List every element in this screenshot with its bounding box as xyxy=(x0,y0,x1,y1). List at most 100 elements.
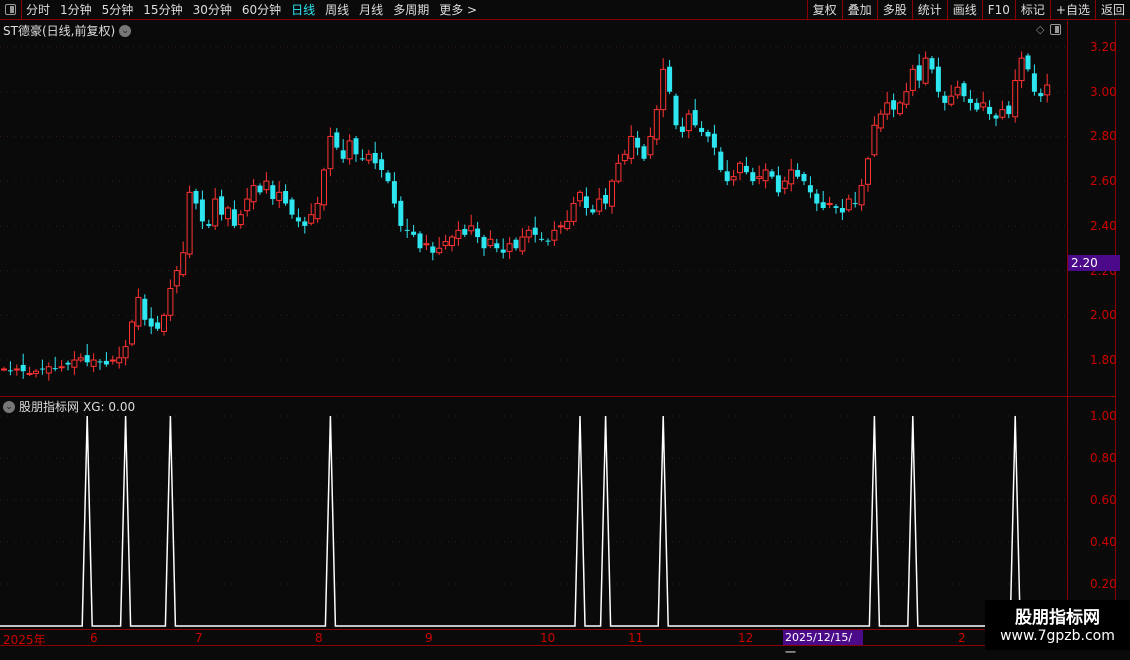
candle-body xyxy=(1044,84,1051,96)
cursor-date: 2025/12/15/一 xyxy=(783,630,863,659)
x-tick-label: 12 xyxy=(738,631,754,645)
candle-body xyxy=(129,321,135,345)
candle-body xyxy=(730,176,737,181)
candle-body xyxy=(334,132,340,148)
candle-body xyxy=(685,113,692,132)
candle-body xyxy=(961,83,967,97)
candle-body xyxy=(122,346,129,359)
pane-divider xyxy=(0,629,1115,630)
candle-body xyxy=(481,237,487,249)
candle-body xyxy=(237,214,244,226)
candle-body xyxy=(58,366,65,369)
candle-body xyxy=(1012,80,1019,118)
candle-body xyxy=(193,190,199,204)
candle-body xyxy=(26,372,33,375)
candle-body xyxy=(635,137,641,148)
candle-body xyxy=(826,203,833,206)
axis-divider xyxy=(1067,21,1068,646)
candle-body xyxy=(603,195,609,204)
candle-body xyxy=(724,171,730,182)
candle-body xyxy=(289,199,295,215)
x-tick-label: 7 xyxy=(195,631,203,645)
candle-body xyxy=(999,109,1006,118)
candle-body xyxy=(795,169,801,177)
candle-body xyxy=(845,198,852,211)
candle-body xyxy=(398,200,404,226)
indicator-readout: XG: 0.00 xyxy=(83,399,136,414)
candle-body xyxy=(135,296,142,327)
candle-body xyxy=(455,229,462,239)
current-price-tag: 2.20 xyxy=(1068,255,1120,271)
candle-body xyxy=(500,249,506,253)
candle-body xyxy=(250,185,257,203)
candle-body xyxy=(609,180,615,207)
candle-body xyxy=(13,368,20,371)
candle-body xyxy=(404,229,410,231)
candle-body xyxy=(430,246,436,253)
candle-body xyxy=(148,318,154,327)
candle-body xyxy=(539,238,545,240)
toolbar-button[interactable]: 返回 xyxy=(1094,0,1130,20)
candle-body xyxy=(711,133,717,148)
pane-divider xyxy=(0,645,1115,646)
candle-body xyxy=(327,135,334,170)
indicator-y-tick-label: 0.60 xyxy=(1090,493,1117,507)
candle-body xyxy=(564,220,571,230)
candle-body xyxy=(929,58,935,70)
candle-body xyxy=(519,236,526,252)
candle-body xyxy=(1038,93,1044,97)
candle-body xyxy=(1,368,7,371)
candle-body xyxy=(967,98,973,103)
candle-body xyxy=(557,225,564,228)
y-tick-label: 1.80 xyxy=(1090,353,1117,368)
y-tick-label: 2.60 xyxy=(1090,174,1117,189)
candle-body xyxy=(647,135,654,156)
candle-body xyxy=(513,239,519,249)
candle-body xyxy=(583,196,589,208)
candle-body xyxy=(750,172,756,182)
candle-body xyxy=(270,185,276,200)
candle-body xyxy=(820,202,826,208)
candle-body xyxy=(980,102,987,108)
candle-body xyxy=(372,152,378,164)
x-tick-label: 11 xyxy=(628,631,644,645)
candle-body xyxy=(545,240,551,242)
candle-body xyxy=(532,227,538,235)
candle-body xyxy=(244,198,251,212)
candle-body xyxy=(903,91,910,105)
candle-body xyxy=(852,203,858,205)
chevron-down-icon[interactable]: ⌄ xyxy=(3,400,15,413)
candle-body xyxy=(807,185,813,193)
watermark-url: www.7gpzb.com xyxy=(1000,628,1115,644)
candle-body xyxy=(199,199,205,222)
candle-body xyxy=(283,190,289,204)
candle-body xyxy=(653,109,660,140)
candle-body xyxy=(987,106,993,115)
candle-body xyxy=(737,162,743,174)
candle-body xyxy=(801,174,807,182)
candle-body xyxy=(570,203,577,222)
candle-body xyxy=(167,287,174,316)
candle-body xyxy=(673,95,679,126)
y-tick-label: 2.40 xyxy=(1090,218,1117,233)
candle-body xyxy=(891,100,897,110)
candle-body xyxy=(1018,57,1025,82)
candle-body xyxy=(762,169,769,182)
candle-body xyxy=(769,171,775,177)
candle-body xyxy=(212,198,219,227)
candle-body xyxy=(302,221,308,226)
candle-body xyxy=(974,102,980,110)
candle-body xyxy=(321,169,327,206)
watermark: 股朋指标网 www.7gpzb.com xyxy=(985,600,1130,650)
candle-body xyxy=(525,229,532,238)
candle-body xyxy=(45,366,52,374)
x-tick-label: 2025年 xyxy=(3,633,46,647)
candle-body xyxy=(84,355,90,363)
candle-body xyxy=(295,217,301,222)
candle-body xyxy=(884,102,891,115)
candle-body xyxy=(263,180,270,191)
candle-body xyxy=(39,368,45,370)
candle-body xyxy=(225,207,231,220)
candle-body xyxy=(423,243,430,246)
candle-body xyxy=(954,86,961,96)
